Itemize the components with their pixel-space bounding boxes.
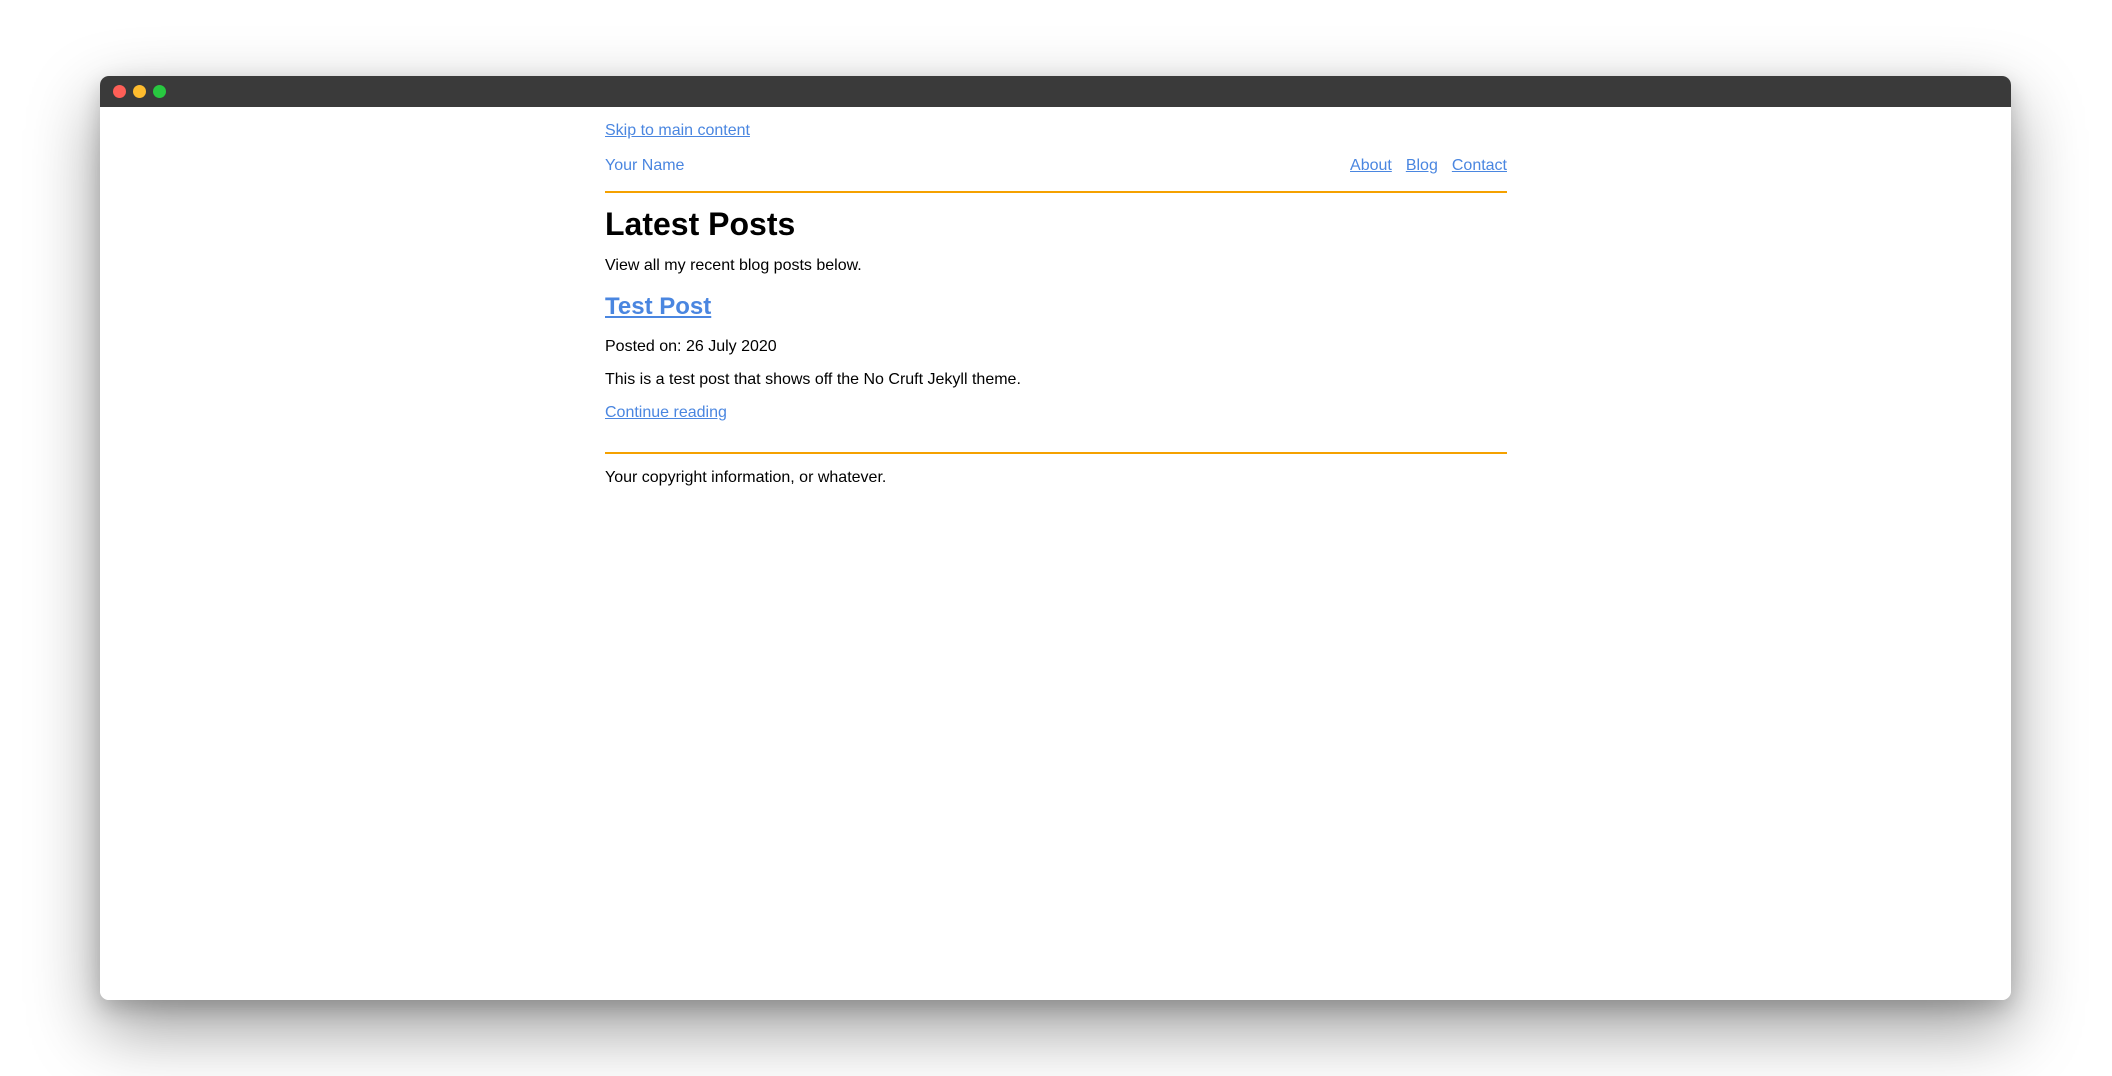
minimize-window-button[interactable]: [133, 85, 146, 98]
post-title-heading: Test Post: [605, 292, 711, 322]
site-header: Your Name About Blog Contact: [605, 155, 1507, 193]
nav-link-blog[interactable]: Blog: [1406, 156, 1438, 176]
page-title: Latest Posts: [605, 206, 796, 242]
post-title-link[interactable]: Test Post: [605, 293, 711, 320]
browser-window: Skip to main content Your Name About Blo…: [100, 76, 2011, 1000]
window-titlebar: [100, 76, 2011, 107]
nav-link-about[interactable]: About: [1350, 156, 1392, 176]
main-content: Latest Posts View all my recent blog pos…: [605, 204, 1507, 421]
post-date: Posted on: 26 July 2020: [605, 338, 777, 355]
footer-copyright: Your copyright information, or whatever.: [605, 469, 887, 486]
nav-link-contact[interactable]: Contact: [1452, 156, 1507, 176]
zoom-window-button[interactable]: [153, 85, 166, 98]
site-nav: About Blog Contact: [1350, 156, 1507, 176]
footer-divider: [605, 452, 1507, 454]
page-viewport: Skip to main content Your Name About Blo…: [100, 107, 2011, 1000]
skip-to-content-link[interactable]: Skip to main content: [605, 121, 750, 141]
page-intro: View all my recent blog posts below.: [605, 257, 862, 274]
site-name-link[interactable]: Your Name: [605, 156, 684, 176]
post-excerpt: This is a test post that shows off the N…: [605, 371, 1021, 388]
close-window-button[interactable]: [113, 85, 126, 98]
continue-reading-link[interactable]: Continue reading: [605, 403, 727, 423]
